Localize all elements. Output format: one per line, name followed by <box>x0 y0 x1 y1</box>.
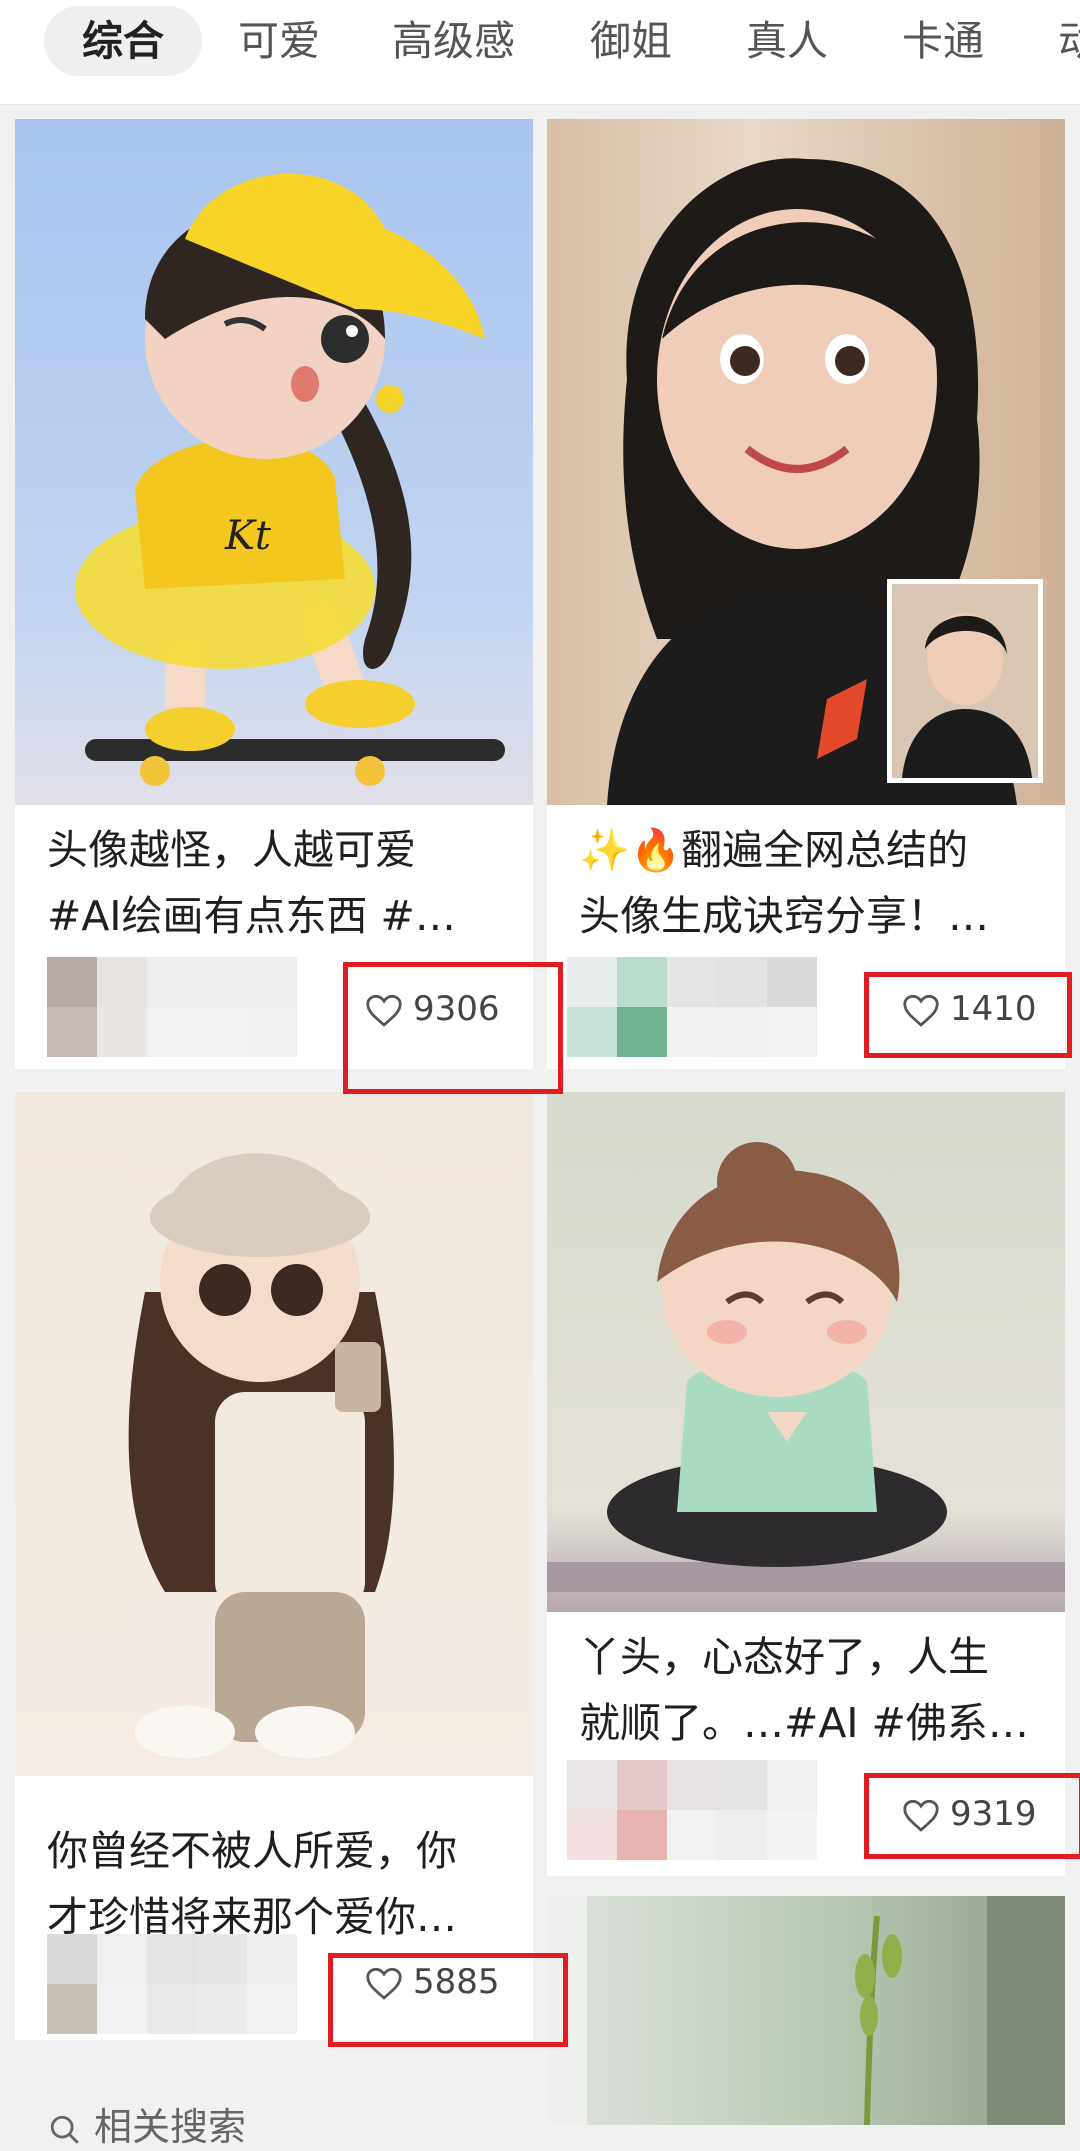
tab-premium[interactable]: 高级感 <box>392 6 515 76</box>
note-card-2[interactable]: ✨🔥翻遍全网总结的 头像生成诀窍分享！… 1410 <box>547 119 1065 1069</box>
note-cover-image[interactable] <box>15 1092 533 1776</box>
note-title-line1: ✨🔥翻遍全网总结的 <box>579 826 969 874</box>
note-title-line1: 丫头，心态好了，人生 <box>579 1633 989 1681</box>
note-cover-image[interactable]: Kt <box>15 119 533 805</box>
blurred-author-avatar <box>47 1934 297 2034</box>
search-icon <box>50 2115 79 2144</box>
note-title-line1: 头像越怪，人越可爱 <box>47 826 416 874</box>
tab-cute[interactable]: 可爱 <box>238 6 320 76</box>
highlight-box-like-4 <box>864 1773 1080 1859</box>
tab-comprehensive[interactable]: 综合 <box>44 6 202 76</box>
note-card-1[interactable]: Kt 头像越怪，人越可爱 #AI绘画有点东西 #… 9306 <box>15 119 533 1069</box>
note-card-3[interactable]: 你曾经不被人所爱，你 才珍惜将来那个爱你… 5885 <box>15 1092 533 2040</box>
note-cover-image[interactable] <box>547 1092 1065 1612</box>
highlight-box-like-1 <box>343 962 563 1094</box>
category-tab-bar: 综合 可爱 高级感 御姐 真人 卡通 动 <box>0 0 1080 105</box>
note-card-5[interactable] <box>547 1896 1065 2125</box>
note-title-line2: #AI绘画有点东西 #… <box>47 892 456 940</box>
note-card-4[interactable]: 丫头，心态好了，人生 就顺了。…#AI #佛系… 9319 <box>547 1092 1065 1876</box>
note-title-line1: 你曾经不被人所爱，你 <box>47 1827 457 1875</box>
tab-yujie[interactable]: 御姐 <box>590 6 672 76</box>
blurred-author-avatar <box>567 1760 817 1860</box>
blurred-author-avatar <box>567 957 817 1057</box>
tab-more-partial[interactable]: 动 <box>1058 6 1080 76</box>
tab-cartoon[interactable]: 卡通 <box>902 6 984 76</box>
highlight-box-like-3 <box>328 1953 568 2047</box>
related-search-heading[interactable]: 相关搜索 <box>48 2096 246 2151</box>
note-title-line2: 头像生成诀窍分享！… <box>579 892 989 940</box>
highlight-box-like-2 <box>864 972 1072 1058</box>
blurred-author-avatar <box>47 957 297 1057</box>
svg-text:Kt: Kt <box>224 513 272 559</box>
tab-real-person[interactable]: 真人 <box>746 6 828 76</box>
related-search-label: 相关搜索 <box>94 2105 247 2149</box>
note-cover-image[interactable] <box>547 119 1065 805</box>
note-title-line2: 就顺了。…#AI #佛系… <box>579 1699 1029 1747</box>
note-cover-image[interactable] <box>547 1896 1065 2125</box>
